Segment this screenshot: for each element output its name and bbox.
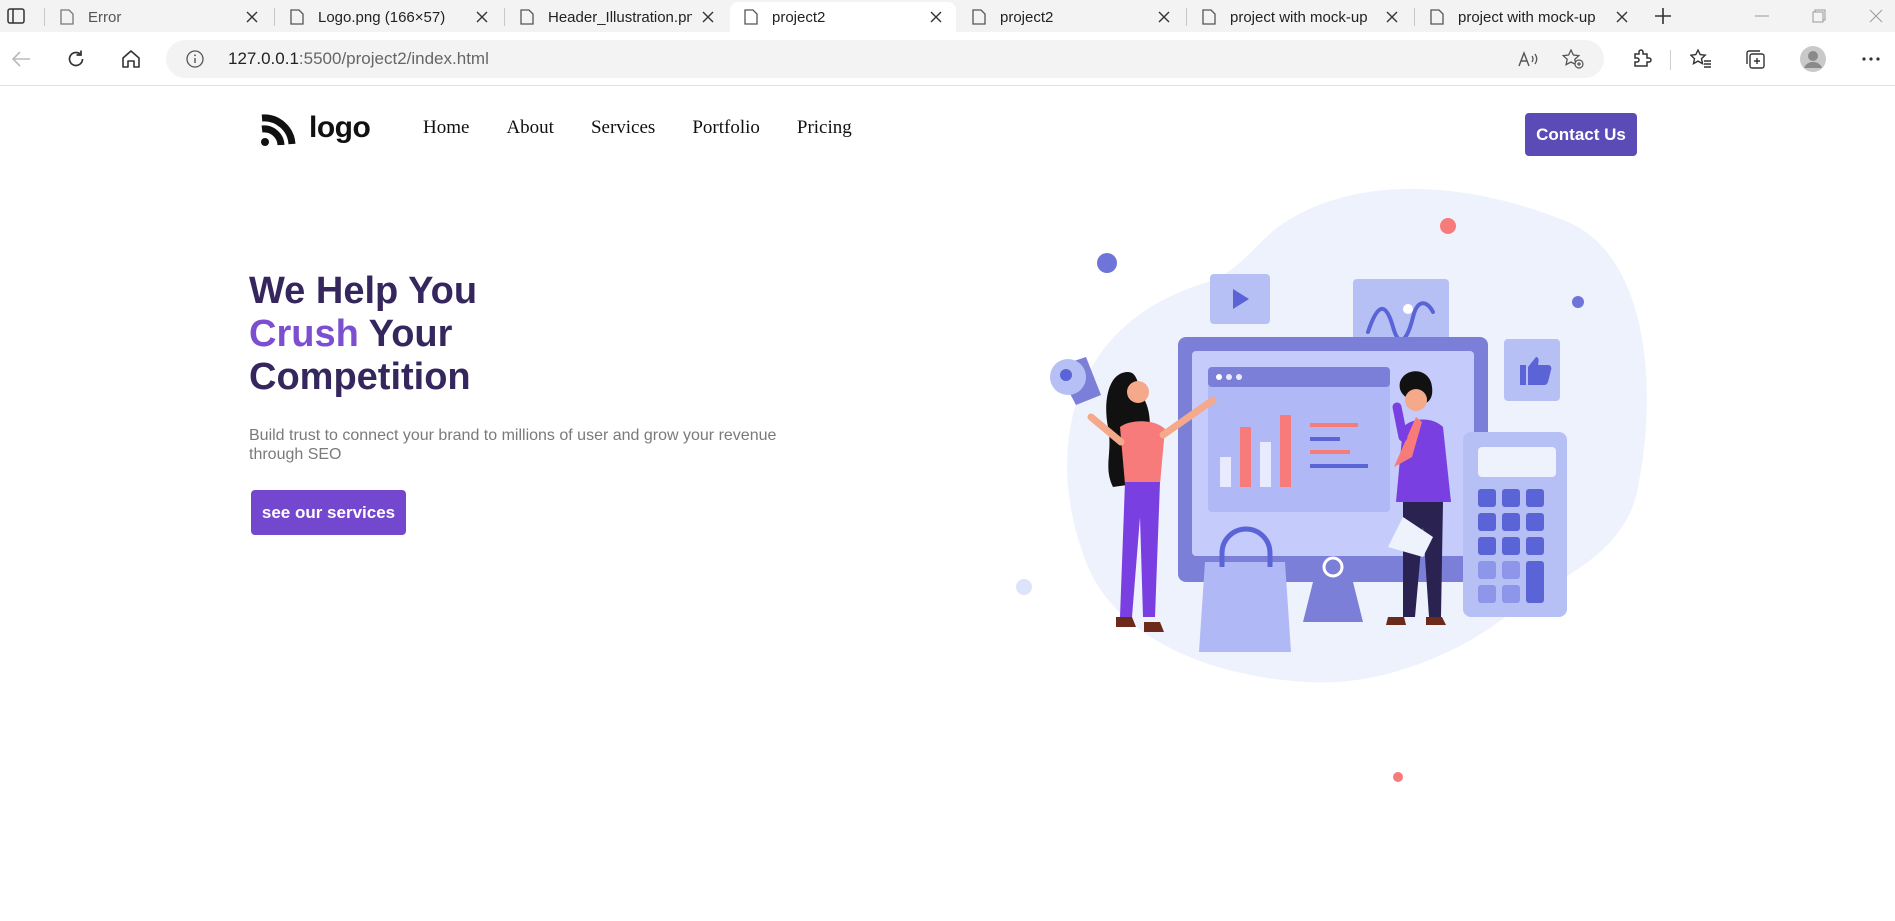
browser-tab-header-illustration[interactable]: Header_Illustration.png bbox=[506, 2, 728, 32]
browser-tab-logo[interactable]: Logo.png (166×57) bbox=[276, 2, 502, 32]
deco-dot bbox=[1393, 772, 1403, 782]
page-icon bbox=[520, 9, 536, 25]
address-bar[interactable]: 127.0.0.1:5500/project2/index.html bbox=[166, 40, 1604, 78]
url-text[interactable]: 127.0.0.1:5500/project2/index.html bbox=[228, 49, 489, 69]
browser-tab-strip: Error Logo.png (166×57) Header_Illustrat… bbox=[0, 0, 1895, 32]
logo-mark-icon bbox=[261, 114, 296, 146]
page-icon bbox=[60, 9, 76, 25]
bar bbox=[1220, 457, 1231, 487]
header-illustration bbox=[1016, 188, 1647, 782]
close-icon[interactable] bbox=[474, 9, 490, 25]
page-icon bbox=[1430, 9, 1446, 25]
nav-pricing[interactable]: Pricing bbox=[797, 117, 852, 139]
browser-toolbar: 127.0.0.1:5500/project2/index.html bbox=[0, 32, 1895, 86]
hero-title-line3: Competition bbox=[249, 356, 471, 398]
tab-title: Logo.png (166×57) bbox=[318, 8, 446, 26]
more-icon[interactable] bbox=[1855, 43, 1887, 75]
toolbar-divider bbox=[1670, 50, 1671, 70]
collections-icon[interactable] bbox=[1739, 43, 1771, 75]
tab-title: project2 bbox=[1000, 8, 1054, 26]
refresh-icon[interactable] bbox=[60, 43, 92, 75]
plus-icon[interactable] bbox=[1651, 4, 1675, 28]
deco-dot bbox=[1572, 296, 1584, 308]
back-arrow-icon[interactable] bbox=[5, 43, 37, 75]
contact-us-button[interactable]: Contact Us bbox=[1525, 113, 1637, 156]
main-nav: Home About Services Portfolio Pricing bbox=[423, 117, 889, 139]
minimize-icon[interactable] bbox=[1747, 4, 1777, 28]
logo-text: logo bbox=[309, 111, 371, 144]
nav-portfolio[interactable]: Portfolio bbox=[692, 117, 760, 139]
bar bbox=[1240, 427, 1251, 487]
site-logo[interactable]: logo bbox=[259, 108, 371, 148]
deco-dot bbox=[1016, 579, 1032, 595]
browser-tab-error[interactable]: Error bbox=[46, 2, 272, 32]
tab-title: project with mock-up bbox=[1458, 8, 1596, 26]
window-bar bbox=[1208, 367, 1390, 387]
close-icon[interactable] bbox=[1156, 9, 1172, 25]
tab-actions-icon[interactable] bbox=[4, 4, 28, 28]
read-aloud-icon[interactable] bbox=[1518, 49, 1540, 69]
browser-tab-project2-active[interactable]: project2 bbox=[730, 2, 956, 32]
home-icon[interactable] bbox=[115, 43, 147, 75]
calculator-keys bbox=[1478, 489, 1544, 603]
dashboard-window bbox=[1208, 367, 1390, 512]
deco-dot bbox=[1440, 218, 1456, 234]
page-icon bbox=[1202, 9, 1218, 25]
window-close-icon[interactable] bbox=[1861, 4, 1891, 28]
hero-title-line2: Your bbox=[358, 313, 453, 355]
url-path: :5500/project2/index.html bbox=[298, 49, 489, 68]
close-icon[interactable] bbox=[700, 9, 716, 25]
wave-dot bbox=[1403, 304, 1413, 314]
tab-title: Header_Illustration.png bbox=[548, 8, 692, 26]
hero-title-accent: Crush bbox=[249, 313, 359, 355]
page-icon bbox=[972, 9, 988, 25]
close-icon[interactable] bbox=[1614, 9, 1630, 25]
nav-about[interactable]: About bbox=[506, 117, 554, 139]
deco-dot bbox=[1097, 253, 1117, 273]
tab-title: Error bbox=[88, 8, 122, 26]
profile-icon[interactable] bbox=[1797, 43, 1829, 75]
bar bbox=[1260, 442, 1271, 487]
web-page: logo Home About Services Portfolio Prici… bbox=[0, 87, 1895, 921]
info-icon[interactable] bbox=[186, 50, 204, 68]
nav-home[interactable]: Home bbox=[423, 117, 469, 139]
close-icon[interactable] bbox=[244, 9, 260, 25]
shopping-bag bbox=[1199, 562, 1291, 652]
puzzle-icon[interactable] bbox=[1625, 43, 1657, 75]
url-host: 127.0.0.1 bbox=[228, 49, 299, 68]
page-icon bbox=[744, 9, 760, 25]
hero-title-line1: We Help You bbox=[249, 270, 478, 312]
tab-title: project with mock-up bbox=[1230, 8, 1368, 26]
see-our-services-button[interactable]: see our services bbox=[251, 490, 406, 535]
page-icon bbox=[290, 9, 306, 25]
tab-title: project2 bbox=[772, 8, 826, 26]
monitor-stand bbox=[1303, 582, 1363, 622]
favorites-icon[interactable] bbox=[1685, 43, 1717, 75]
hero-title: We Help You Crush Your Competition bbox=[249, 270, 477, 399]
browser-tab-project2[interactable]: project2 bbox=[958, 2, 1184, 32]
browser-tab-mockup-1[interactable]: project with mock-up bbox=[1188, 2, 1412, 32]
hero-subtitle: Build trust to connect your brand to mil… bbox=[249, 427, 777, 463]
browser-tab-mockup-2[interactable]: project with mock-up bbox=[1416, 2, 1642, 32]
bar bbox=[1280, 415, 1291, 487]
nav-services[interactable]: Services bbox=[591, 117, 655, 139]
star-plus-icon[interactable] bbox=[1562, 49, 1584, 69]
restore-icon[interactable] bbox=[1804, 4, 1834, 28]
close-icon[interactable] bbox=[1384, 9, 1400, 25]
close-icon[interactable] bbox=[928, 9, 944, 25]
